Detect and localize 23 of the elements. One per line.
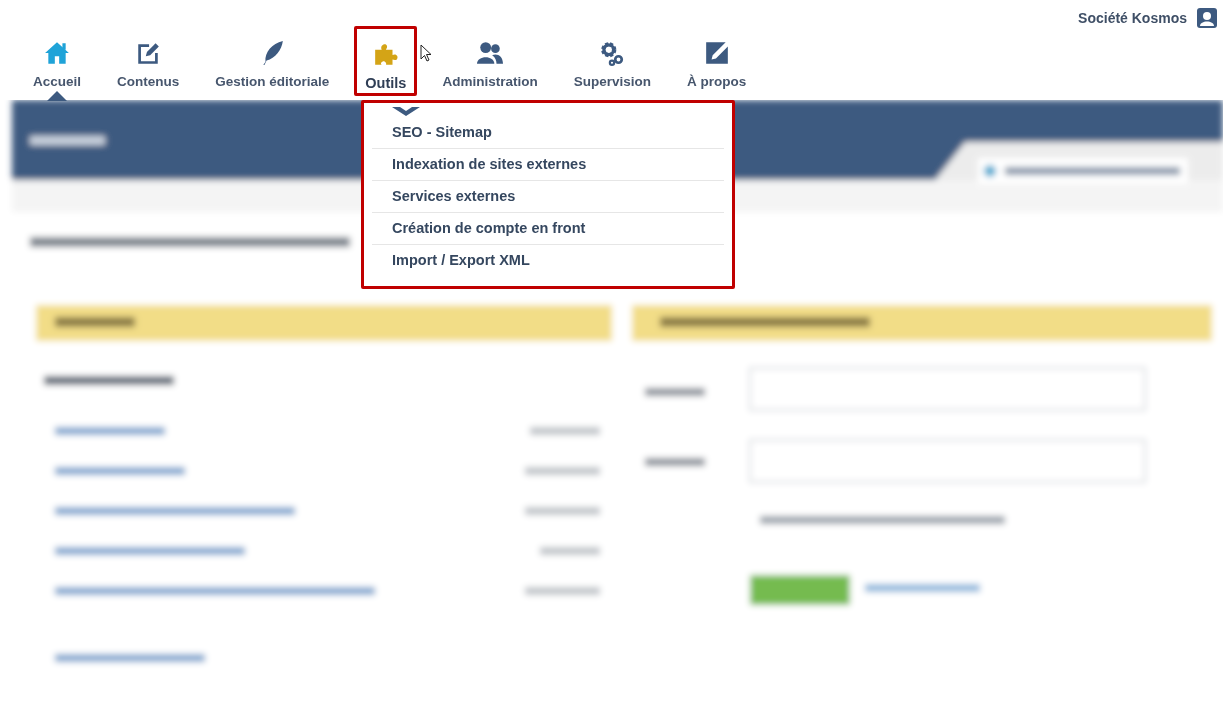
menu-item[interactable]: Import / Export XML: [372, 245, 724, 276]
menu-item[interactable]: SEO - Sitemap: [372, 117, 724, 149]
gears-icon: [599, 40, 626, 66]
home-icon: [44, 40, 70, 66]
user-icon[interactable]: [1197, 8, 1217, 28]
chevron-icon: [392, 107, 420, 117]
menu-item[interactable]: Création de compte en front: [372, 213, 724, 245]
puzzle-icon: [372, 41, 399, 67]
nav-tab[interactable]: Gestion éditoriale: [204, 26, 341, 96]
selected-pointer-icon: [47, 91, 67, 101]
menu-item[interactable]: Indexation de sites externes: [372, 149, 724, 181]
nav-tab[interactable]: Outils: [354, 26, 418, 96]
edit-icon: [135, 40, 162, 66]
pen-icon: [703, 40, 730, 66]
user-name[interactable]: Société Kosmos: [1078, 10, 1187, 26]
nav-tab[interactable]: À propos: [675, 26, 758, 96]
nav-tab[interactable]: Supervision: [562, 26, 662, 96]
nav-tab[interactable]: Administration: [431, 26, 549, 96]
users-icon: [477, 40, 504, 66]
nav-tab[interactable]: Accueil: [22, 26, 93, 96]
menu-item[interactable]: Services externes: [372, 181, 724, 213]
nav-tab[interactable]: Contenus: [106, 26, 191, 96]
cursor-icon: [420, 44, 432, 62]
